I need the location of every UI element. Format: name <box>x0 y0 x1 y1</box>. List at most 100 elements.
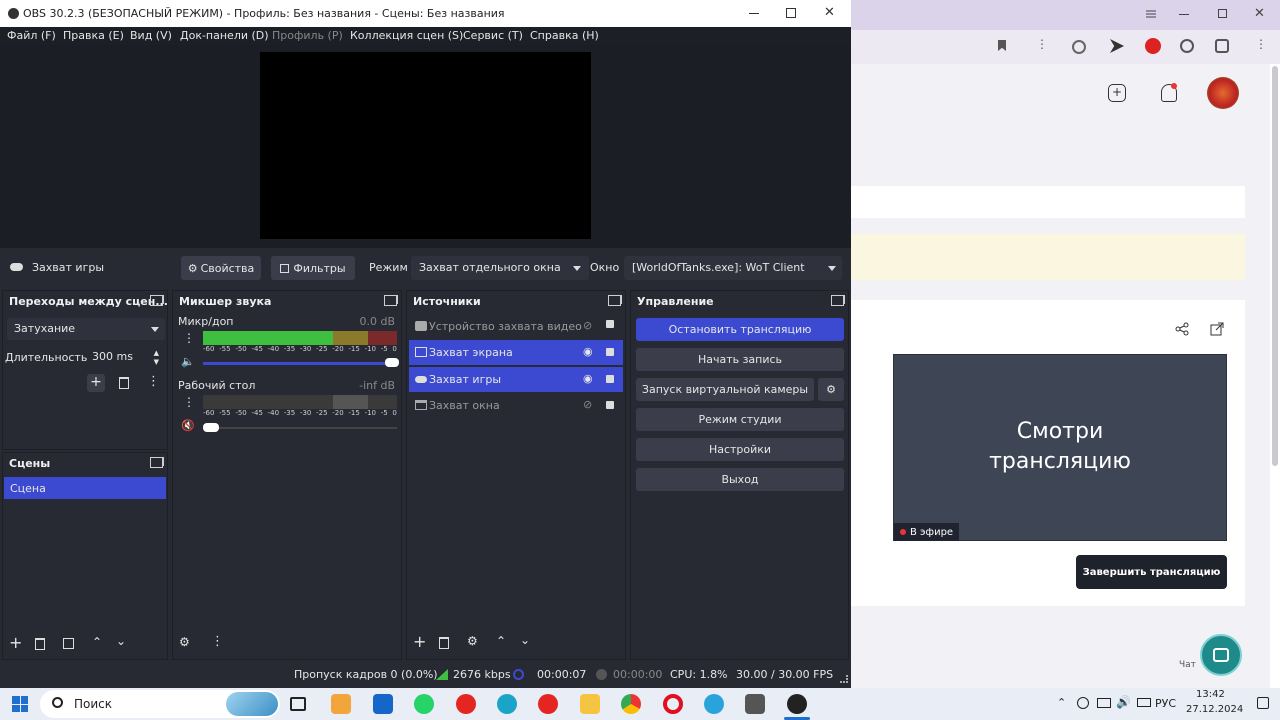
volume-icon[interactable]: 🔈 <box>181 355 195 368</box>
duration-spinbox[interactable]: 300 ms ▲ ▼ <box>87 346 163 368</box>
whatsapp-icon[interactable] <box>414 694 434 714</box>
filters-button[interactable]: Фильтры <box>271 256 355 280</box>
eye-icon[interactable]: ◉ <box>583 345 593 358</box>
yandex-browser-icon[interactable] <box>538 694 558 714</box>
menu-icon[interactable]: ⋮ <box>1255 37 1267 51</box>
clock-time[interactable]: 13:42 <box>1196 689 1225 700</box>
transition-select[interactable]: Затухание <box>7 318 165 340</box>
menu-file[interactable]: Файл (F) <box>7 29 56 42</box>
more-icon[interactable]: ⋮ <box>1036 37 1048 51</box>
translate-icon[interactable] <box>1072 40 1086 54</box>
lock-icon[interactable] <box>606 375 614 383</box>
volume-slider-handle[interactable] <box>385 358 399 367</box>
virtual-camera-button[interactable]: Запуск виртуальной камеры <box>636 378 814 401</box>
external-link-icon[interactable] <box>1210 322 1224 336</box>
chat-fab-button[interactable] <box>1200 634 1242 676</box>
menu-docks[interactable]: Док-панели (D) <box>180 29 269 42</box>
tray-overflow-icon[interactable]: ⌃ <box>1057 696 1066 709</box>
volume-tray-icon[interactable]: 🔊 <box>1116 695 1131 709</box>
menu-scene-collection[interactable]: Коллекция сцен (S) <box>350 29 463 42</box>
source-properties-icon[interactable]: ⚙ <box>467 634 478 648</box>
settings-button[interactable]: Настройки <box>636 438 844 461</box>
mixer-settings-icon[interactable]: ⚙ <box>179 635 190 649</box>
virtual-camera-settings-button[interactable]: ⚙ <box>818 378 844 401</box>
clock-date[interactable]: 27.12.2024 <box>1186 704 1243 715</box>
extensions-icon[interactable] <box>1215 39 1229 53</box>
network-icon[interactable] <box>1097 698 1111 708</box>
store-icon[interactable] <box>331 694 351 714</box>
eye-icon[interactable]: ◉ <box>583 372 593 385</box>
add-transition-icon[interactable]: + <box>87 374 105 392</box>
scene-item[interactable]: Сцена <box>4 477 166 499</box>
move-up-icon[interactable]: ⌃ <box>92 635 102 649</box>
menu-profile[interactable]: Профиль (P) <box>272 29 343 42</box>
chrome-icon[interactable] <box>621 694 641 714</box>
channel-menu-icon[interactable]: ⋮ <box>183 331 195 345</box>
file-explorer-icon[interactable] <box>580 694 600 714</box>
wot-icon[interactable] <box>745 694 765 714</box>
dock-float-icon[interactable] <box>150 295 164 306</box>
menu-edit[interactable]: Правка (E) <box>63 29 124 42</box>
exit-button[interactable]: Выход <box>636 468 844 491</box>
browser-scrollbar-thumb[interactable] <box>1272 66 1278 466</box>
tray-app-icon[interactable] <box>1077 697 1089 709</box>
start-button[interactable] <box>12 696 28 712</box>
mode-select[interactable]: Захват отдельного окна <box>411 256 589 280</box>
add-source-icon[interactable]: + <box>413 632 426 651</box>
spin-down-icon[interactable]: ▼ <box>154 358 159 366</box>
outlook-icon[interactable] <box>373 694 393 714</box>
start-record-button[interactable]: Начать запись <box>636 348 844 371</box>
language-indicator[interactable]: РУС <box>1155 697 1176 710</box>
stream-preview[interactable]: Смотри трансляцию В эфире <box>893 354 1227 541</box>
avatar[interactable] <box>1207 77 1239 109</box>
move-up-icon[interactable]: ⌃ <box>496 634 506 648</box>
dock-float-icon[interactable] <box>831 295 845 306</box>
move-down-icon[interactable]: ⌄ <box>520 633 530 647</box>
volume-slider-handle[interactable] <box>203 423 219 432</box>
browser-tabs-icon[interactable] <box>1145 8 1157 20</box>
edge-icon[interactable] <box>497 694 517 714</box>
spin-up-icon[interactable]: ▲ <box>154 349 159 357</box>
remove-source-icon[interactable] <box>439 637 449 649</box>
task-view-icon[interactable] <box>290 697 306 711</box>
obs-taskbar-icon[interactable] <box>787 694 807 714</box>
extension-red-icon[interactable] <box>1145 38 1161 54</box>
source-item[interactable]: Захват окна ⊘ <box>409 393 623 418</box>
bookmark-icon[interactable] <box>998 40 1006 51</box>
minimize-icon[interactable] <box>749 13 759 14</box>
dock-float-icon[interactable] <box>608 295 622 306</box>
source-item[interactable]: Захват игры ◉ <box>409 367 623 392</box>
remove-transition-icon[interactable] <box>119 377 129 389</box>
transition-menu-icon[interactable]: ⋮ <box>147 374 160 389</box>
resize-grip-icon[interactable] <box>840 675 848 683</box>
maximize-icon[interactable] <box>786 8 796 18</box>
hidden-eye-icon[interactable]: ⊘ <box>583 319 592 332</box>
preview-canvas[interactable] <box>260 52 591 239</box>
remove-scene-icon[interactable] <box>35 638 45 650</box>
source-item[interactable]: Захват экрана ◉ <box>409 340 623 365</box>
lock-icon[interactable] <box>606 401 614 409</box>
menu-tools[interactable]: Сервис (T) <box>463 29 523 42</box>
browser-close-icon[interactable]: ✕ <box>1254 6 1265 21</box>
move-down-icon[interactable]: ⌄ <box>116 634 126 648</box>
menu-help[interactable]: Справка (H) <box>530 29 599 42</box>
window-select[interactable]: [WorldOfTanks.exe]: WoT Client <box>624 256 842 280</box>
close-icon[interactable]: ✕ <box>824 5 835 20</box>
browser-scrollbar[interactable] <box>1270 64 1280 688</box>
opera-icon[interactable] <box>663 694 683 714</box>
battery-icon[interactable] <box>1137 698 1151 707</box>
taskbar-search[interactable]: Поиск <box>40 690 280 718</box>
media-icon[interactable] <box>1180 39 1194 53</box>
share-icon[interactable] <box>1175 322 1189 336</box>
properties-button[interactable]: ⚙ Свойства <box>181 256 261 280</box>
dock-float-icon[interactable] <box>384 295 398 306</box>
add-icon[interactable]: + <box>1108 84 1126 102</box>
stop-stream-button[interactable]: Остановить трансляцию <box>636 318 844 341</box>
volume-slider[interactable] <box>203 358 399 367</box>
notification-center-icon[interactable] <box>1257 697 1269 709</box>
add-scene-icon[interactable]: + <box>9 633 22 652</box>
end-stream-button[interactable]: Завершить трансляцию <box>1076 555 1227 589</box>
muted-volume-icon[interactable]: 🔇 <box>181 419 195 432</box>
lock-icon[interactable] <box>606 320 614 328</box>
yandex-icon[interactable] <box>456 694 476 714</box>
